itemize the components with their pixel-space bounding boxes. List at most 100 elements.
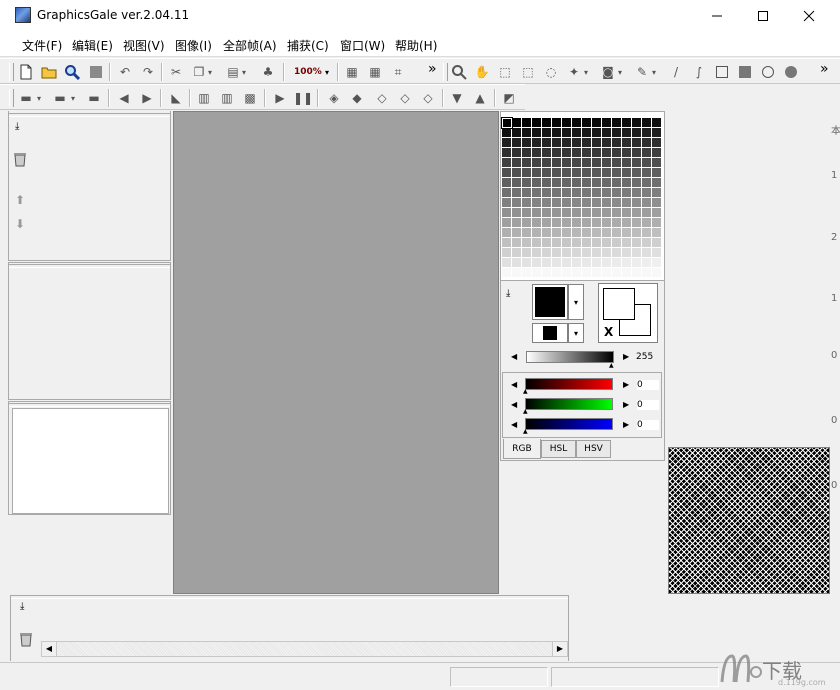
palette-cell[interactable] (502, 228, 512, 238)
palette-cell[interactable] (642, 248, 652, 258)
palette-cell[interactable] (512, 218, 522, 228)
palette-cell[interactable] (572, 198, 582, 208)
palette-cell[interactable] (502, 208, 512, 218)
palette-cell[interactable] (552, 128, 562, 138)
palette-cell[interactable] (632, 138, 642, 148)
palette-cell[interactable] (502, 238, 512, 248)
palette-cell[interactable] (592, 188, 602, 198)
palette-cell[interactable] (582, 198, 592, 208)
palette-cell[interactable] (542, 118, 552, 128)
palette-cell[interactable] (612, 248, 622, 258)
palette-cell[interactable] (612, 238, 622, 248)
palette-cell[interactable] (502, 178, 512, 188)
palette-cell[interactable] (612, 168, 622, 178)
palette-cell[interactable] (542, 148, 552, 158)
line-tool-icon[interactable]: / (668, 64, 684, 80)
palette-cell[interactable] (582, 268, 592, 278)
scroll-right-icon[interactable]: ▶ (552, 642, 567, 656)
trash-icon[interactable] (13, 151, 27, 170)
palette-cell[interactable] (652, 208, 662, 218)
palette-cell[interactable] (652, 168, 662, 178)
palette-cell[interactable] (582, 178, 592, 188)
palette-cell[interactable] (652, 158, 662, 168)
palette-cell[interactable] (512, 138, 522, 148)
palette-cell[interactable] (562, 238, 572, 248)
palette-cell[interactable] (652, 238, 662, 248)
palette-cell[interactable] (612, 208, 622, 218)
frame-property-icon[interactable]: ◣ (168, 90, 184, 106)
palette-cell[interactable] (602, 258, 612, 268)
gray-slider-thumb[interactable]: ▲ (609, 362, 614, 369)
palette-cell[interactable] (582, 128, 592, 138)
palette-cell[interactable] (602, 148, 612, 158)
palette-cell[interactable] (612, 158, 622, 168)
palette-cell[interactable] (562, 268, 572, 278)
palette-cell[interactable] (572, 188, 582, 198)
palette-cell[interactable] (522, 258, 532, 268)
blue-value[interactable]: 0 (637, 420, 659, 430)
palette-cell[interactable] (582, 258, 592, 268)
palette-cell[interactable] (582, 158, 592, 168)
palette-cell[interactable] (622, 268, 632, 278)
palette-cell[interactable] (632, 218, 642, 228)
palette-cell[interactable] (522, 118, 532, 128)
palette-cell[interactable] (542, 158, 552, 168)
palette-cell[interactable] (562, 148, 572, 158)
palette-cell[interactable] (592, 138, 602, 148)
trash-icon[interactable] (19, 631, 33, 650)
palette-cell[interactable] (532, 208, 542, 218)
palette-cell[interactable] (622, 218, 632, 228)
tab-hsl[interactable]: HSL (541, 440, 576, 458)
palette-cell[interactable] (612, 148, 622, 158)
palette-cell[interactable] (542, 208, 552, 218)
layer-add-icon[interactable]: ◈ (326, 90, 342, 106)
palette-cell[interactable] (602, 128, 612, 138)
palette-cell[interactable] (572, 218, 582, 228)
palette-cell[interactable] (502, 188, 512, 198)
palette-cell[interactable] (592, 248, 602, 258)
palette-cell[interactable] (502, 248, 512, 258)
palette-cell[interactable] (642, 168, 652, 178)
palette-cell[interactable] (532, 268, 542, 278)
palette-cell[interactable] (522, 198, 532, 208)
palette-cell[interactable] (642, 128, 652, 138)
palette-cell[interactable] (532, 228, 542, 238)
palette-cell[interactable] (552, 258, 562, 268)
frame-insert-dropdown-icon[interactable]: ▾ (69, 90, 77, 106)
palette-cell[interactable] (522, 228, 532, 238)
palette-cell[interactable] (542, 178, 552, 188)
maximize-button[interactable] (740, 0, 786, 31)
palette-cell[interactable] (572, 268, 582, 278)
wand-dropdown-icon[interactable]: ▾ (582, 64, 590, 80)
redo-icon[interactable]: ↷ (140, 64, 156, 80)
palette-cell[interactable] (642, 208, 652, 218)
palette-cell[interactable] (632, 168, 642, 178)
green-decrease-icon[interactable]: ◀ (511, 400, 517, 409)
palette-cell[interactable] (602, 248, 612, 258)
primary-color-box[interactable] (532, 284, 568, 320)
palette-cell[interactable] (622, 238, 632, 248)
palette-cell[interactable] (562, 228, 572, 238)
palette-cell[interactable] (562, 168, 572, 178)
palette-cell[interactable] (512, 268, 522, 278)
red-value[interactable]: 0 (637, 380, 659, 390)
palette-cell[interactable] (582, 238, 592, 248)
menu-image[interactable]: 图像(I) (175, 37, 212, 54)
curve-tool-icon[interactable]: ∫ (691, 64, 707, 80)
palette-cell[interactable] (512, 258, 522, 268)
green-value[interactable]: 0 (637, 400, 659, 410)
palette-cell[interactable] (542, 188, 552, 198)
blue-increase-icon[interactable]: ▶ (623, 420, 629, 429)
paste-dropdown-icon[interactable]: ▾ (240, 64, 248, 80)
palette-cell[interactable] (602, 268, 612, 278)
palette-cell[interactable] (632, 248, 642, 258)
palette-cell[interactable] (542, 238, 552, 248)
palette-cell[interactable] (512, 188, 522, 198)
palette-cell[interactable] (612, 268, 622, 278)
palette-cell[interactable] (642, 118, 652, 128)
palette-cell[interactable] (532, 238, 542, 248)
free-select-icon[interactable]: ⬚ (520, 64, 536, 80)
palette-cell[interactable] (592, 258, 602, 268)
palette-cell[interactable] (502, 258, 512, 268)
palette-cell[interactable] (642, 148, 652, 158)
